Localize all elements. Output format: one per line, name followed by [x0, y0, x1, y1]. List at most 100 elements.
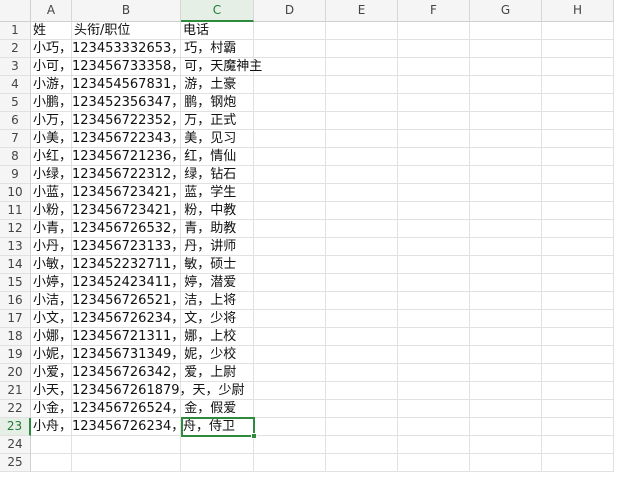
row-header-25[interactable]: 25: [0, 454, 31, 472]
cell-e4[interactable]: [326, 76, 398, 94]
cell-h1[interactable]: [542, 22, 614, 40]
cell-d7[interactable]: [254, 130, 326, 148]
cell-d8[interactable]: [254, 148, 326, 166]
row-header-3[interactable]: 3: [0, 58, 31, 76]
row-header-4[interactable]: 4: [0, 76, 31, 94]
cell-d1[interactable]: [254, 22, 326, 40]
cell-a21[interactable]: 小天，1234567261879，天，少尉: [31, 382, 245, 400]
column-header-a[interactable]: A: [31, 0, 72, 22]
cell-g4[interactable]: [470, 76, 542, 94]
cell-e19[interactable]: [326, 346, 398, 364]
cell-d19[interactable]: [254, 346, 326, 364]
cell-g18[interactable]: [470, 328, 542, 346]
cell-g9[interactable]: [470, 166, 542, 184]
cell-f17[interactable]: [398, 310, 470, 328]
cell-d14[interactable]: [254, 256, 326, 274]
cell-g2[interactable]: [470, 40, 542, 58]
cell-e6[interactable]: [326, 112, 398, 130]
cell-h3[interactable]: [542, 58, 614, 76]
cell-a19[interactable]: 小妮，123456731349，妮，少校: [31, 346, 236, 364]
row-header-22[interactable]: 22: [0, 400, 31, 418]
cell-a5[interactable]: 小鹏，123452356347，鹏，钢炮: [31, 94, 236, 112]
row-header-24[interactable]: 24: [0, 436, 31, 454]
cell-d16[interactable]: [254, 292, 326, 310]
cell-e23[interactable]: [326, 418, 398, 436]
row-header-5[interactable]: 5: [0, 94, 31, 112]
cell-d9[interactable]: [254, 166, 326, 184]
column-header-c[interactable]: C: [181, 0, 254, 22]
cell-a18[interactable]: 小娜，123456721311，娜，上校: [31, 328, 236, 346]
cell-g10[interactable]: [470, 184, 542, 202]
cell-d12[interactable]: [254, 220, 326, 238]
row-header-20[interactable]: 20: [0, 364, 31, 382]
cell-d20[interactable]: [254, 364, 326, 382]
cell-c24[interactable]: [181, 436, 254, 454]
cell-d6[interactable]: [254, 112, 326, 130]
row-header-13[interactable]: 13: [0, 238, 31, 256]
cell-f14[interactable]: [398, 256, 470, 274]
cell-d2[interactable]: [254, 40, 326, 58]
cell-c25[interactable]: [181, 454, 254, 472]
cell-c23[interactable]: 舟，侍卫: [181, 418, 254, 436]
cell-h17[interactable]: [542, 310, 614, 328]
cell-a7[interactable]: 小美，123456722343，美，见习: [31, 130, 236, 148]
cell-f7[interactable]: [398, 130, 470, 148]
cell-d24[interactable]: [254, 436, 326, 454]
cell-a2[interactable]: 小巧，123453332653，巧，村霸: [31, 40, 236, 58]
column-header-b[interactable]: B: [72, 0, 181, 22]
cell-a20[interactable]: 小爱，123456726342，爱，上尉: [31, 364, 236, 382]
cell-d21[interactable]: [254, 382, 326, 400]
cell-a3[interactable]: 小可，123456733358，可，天魔神主: [31, 58, 262, 76]
cell-f5[interactable]: [398, 94, 470, 112]
cell-f4[interactable]: [398, 76, 470, 94]
cell-a13[interactable]: 小丹，123456723133，丹，讲师: [31, 238, 236, 256]
cell-h23[interactable]: [542, 418, 614, 436]
cell-g24[interactable]: [470, 436, 542, 454]
row-header-23[interactable]: 23: [0, 418, 31, 436]
cell-e17[interactable]: [326, 310, 398, 328]
cell-a14[interactable]: 小敏，123452232711，敏，硕士: [31, 256, 236, 274]
cell-e15[interactable]: [326, 274, 398, 292]
cell-e13[interactable]: [326, 238, 398, 256]
cell-h7[interactable]: [542, 130, 614, 148]
column-header-h[interactable]: H: [542, 0, 614, 22]
row-header-21[interactable]: 21: [0, 382, 31, 400]
cell-h15[interactable]: [542, 274, 614, 292]
cell-e10[interactable]: [326, 184, 398, 202]
cell-g3[interactable]: [470, 58, 542, 76]
cell-d18[interactable]: [254, 328, 326, 346]
row-header-7[interactable]: 7: [0, 130, 31, 148]
cell-e3[interactable]: [326, 58, 398, 76]
cell-a25[interactable]: [31, 454, 72, 472]
select-all-corner[interactable]: [0, 0, 31, 22]
cell-d15[interactable]: [254, 274, 326, 292]
cell-f6[interactable]: [398, 112, 470, 130]
cell-e5[interactable]: [326, 94, 398, 112]
cell-e8[interactable]: [326, 148, 398, 166]
cell-d17[interactable]: [254, 310, 326, 328]
cell-h14[interactable]: [542, 256, 614, 274]
row-header-18[interactable]: 18: [0, 328, 31, 346]
cell-h4[interactable]: [542, 76, 614, 94]
cell-a11[interactable]: 小粉，123456723421，粉，中教: [31, 202, 236, 220]
row-header-8[interactable]: 8: [0, 148, 31, 166]
cell-g11[interactable]: [470, 202, 542, 220]
cell-f22[interactable]: [398, 400, 470, 418]
cell-d10[interactable]: [254, 184, 326, 202]
cell-g1[interactable]: [470, 22, 542, 40]
cell-f15[interactable]: [398, 274, 470, 292]
cell-h25[interactable]: [542, 454, 614, 472]
cell-f1[interactable]: [398, 22, 470, 40]
cell-a6[interactable]: 小万，123456722352，万，正式: [31, 112, 236, 130]
cell-g6[interactable]: [470, 112, 542, 130]
cell-g13[interactable]: [470, 238, 542, 256]
cell-d23[interactable]: [254, 418, 326, 436]
cell-h18[interactable]: [542, 328, 614, 346]
row-header-19[interactable]: 19: [0, 346, 31, 364]
cell-f21[interactable]: [398, 382, 470, 400]
cell-f9[interactable]: [398, 166, 470, 184]
cell-a12[interactable]: 小青，123456726532，青，助教: [31, 220, 236, 238]
cell-g14[interactable]: [470, 256, 542, 274]
cell-a24[interactable]: [31, 436, 72, 454]
cell-e16[interactable]: [326, 292, 398, 310]
